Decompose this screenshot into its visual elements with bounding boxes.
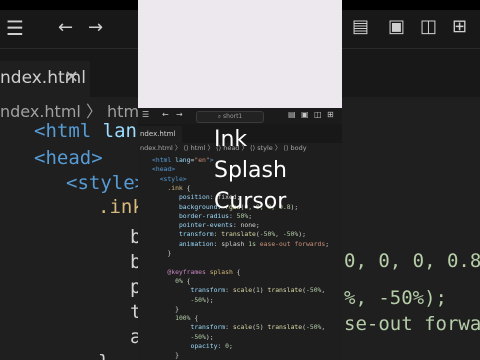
menu-icon[interactable]: ☰ — [6, 16, 24, 40]
back-arrow-icon[interactable]: ← — [162, 110, 169, 119]
bg-code-fragment: 0, 0, 0, 0.8); — [344, 250, 480, 272]
code-line: 0% { — [175, 276, 191, 285]
bg-code-fragment: %, -50%); — [344, 287, 447, 309]
tab-index-html[interactable]: ndex.html — [138, 126, 182, 143]
code-line: <html lang="en"> — [152, 156, 214, 164]
code-line: } — [152, 249, 172, 257]
code-line: -50%); — [190, 295, 214, 304]
layout-grid-icon[interactable]: ⊞ — [452, 16, 467, 37]
forward-arrow-icon[interactable]: → — [176, 110, 183, 119]
code-line: .ink { — [167, 183, 191, 192]
code-line: @keyframes splash { — [167, 267, 241, 276]
code-line: -50%); — [190, 332, 214, 341]
code-line: transform: scale(5) translate(-50%, — [190, 323, 326, 332]
code-line: animation: splash 1s ease-out forwards; — [178, 239, 330, 248]
code-line: } — [152, 351, 179, 360]
code-line: pointer-events: none; — [178, 221, 260, 230]
code-line: } — [152, 304, 179, 313]
code-line: <head> — [152, 165, 176, 174]
layout-grid-icon[interactable]: ⊞ — [327, 110, 334, 119]
bg-code-fragment: se-out forwards; — [344, 313, 480, 335]
code-line: 100% { — [175, 314, 199, 323]
title-line-1: Ink — [214, 127, 248, 152]
code-line: transform: scale(1) translate(-50%, — [190, 286, 326, 295]
code-line: <style> — [159, 174, 187, 183]
code-line: opacity: 0; — [190, 342, 233, 350]
bg-tab-index[interactable]: ndex.html × — [0, 61, 90, 97]
back-arrow-icon[interactable]: ← — [58, 17, 73, 38]
preview-pane — [138, 0, 342, 108]
bg-code-line: <style> — [66, 172, 147, 194]
search-input[interactable]: ⌕ short1 — [196, 111, 264, 123]
layout-sidebar-icon[interactable]: ▤ — [288, 110, 296, 119]
layout-split-icon[interactable]: ◫ — [420, 16, 437, 37]
bg-code-line: } — [98, 351, 109, 360]
bg-code-line: <head> — [34, 147, 103, 169]
title-line-3: Cursor — [214, 189, 287, 214]
video-frame: ☰ ← → ▤ ▣ ◫ ⊞ ndex.html × ndex.html 〉 ht… — [0, 0, 480, 360]
layout-sidebar-icon[interactable]: ▤ — [352, 16, 369, 37]
bg-code-line: .ink — [98, 196, 144, 218]
title-line-2: Splash — [214, 158, 287, 183]
close-icon[interactable]: × — [64, 66, 79, 87]
layout-panel-icon[interactable]: ▣ — [388, 16, 405, 37]
menu-icon[interactable]: ☰ — [142, 110, 149, 119]
layout-panel-icon[interactable]: ▣ — [301, 110, 309, 119]
forward-arrow-icon[interactable]: → — [88, 17, 103, 38]
video-title-overlay: Ink Splash Cursor — [214, 125, 334, 218]
layout-split-icon[interactable]: ◫ — [314, 110, 322, 119]
code-line: transform: translate(-50%, -50%); — [178, 230, 306, 239]
search-label: short1 — [223, 113, 243, 120]
